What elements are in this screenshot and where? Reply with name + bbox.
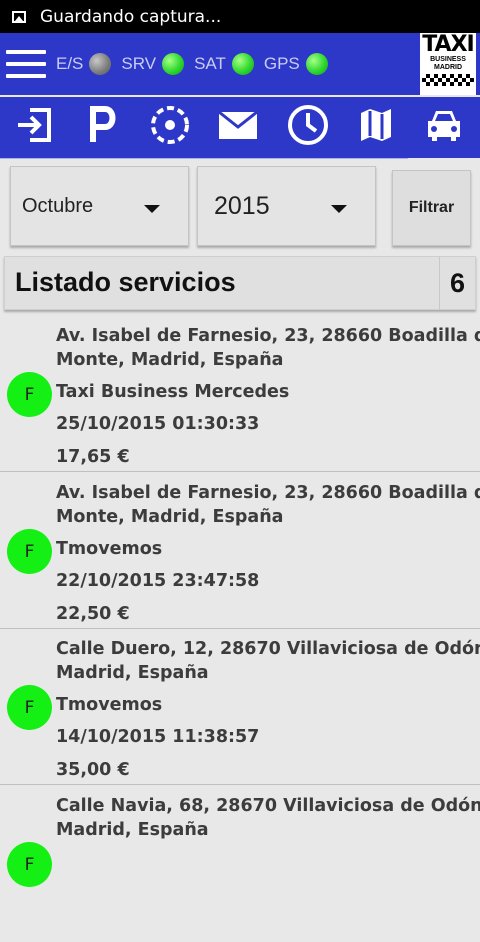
price: 35,00 €: [56, 760, 130, 780]
company: Taxi Business Mercedes: [56, 382, 290, 402]
status-dot-icon: [89, 53, 112, 75]
address: Calle Duero, 12, 28670 Villaviciosa de O…: [56, 639, 480, 683]
top-bar: E/S SRV SAT GPS TAXI BUSINESS MADRID: [0, 33, 480, 95]
list-item[interactable]: F Calle Duero, 12, 28670 Villaviciosa de…: [0, 629, 480, 785]
chevron-down-icon: [144, 205, 160, 213]
status-dot-icon: [162, 53, 185, 75]
datetime: 14/10/2015 11:38:57: [56, 727, 260, 747]
address: Calle Navia, 68, 28670 Villaviciosa de O…: [56, 796, 480, 840]
page-title: Listado servicios: [15, 267, 236, 297]
list-item[interactable]: F Calle Navia, 68, 28670 Villaviciosa de…: [0, 786, 480, 942]
connection-indicators: E/S SRV SAT GPS: [56, 53, 338, 75]
parking-icon[interactable]: [80, 103, 124, 147]
indicator-es: E/S: [56, 53, 112, 75]
status-dot-icon: [305, 53, 328, 75]
service-count: 6: [439, 257, 475, 309]
status-dot-icon: [231, 53, 254, 75]
status-badge: F: [7, 842, 52, 887]
address: Av. Isabel de Farnesio, 23, 28660 Boadil…: [56, 326, 480, 370]
mail-icon[interactable]: [216, 103, 260, 147]
company: Tmovemos: [56, 695, 163, 715]
month-value: Octubre: [22, 194, 94, 217]
indicator-gps: GPS: [264, 53, 328, 75]
list-item[interactable]: F Av. Isabel de Farnesio, 23, 28660 Boad…: [0, 473, 480, 629]
status-bar: Guardando captura...: [0, 0, 480, 33]
status-badge: F: [7, 529, 52, 574]
price: 17,65 €: [56, 447, 130, 467]
list-header: Listado servicios 6: [4, 256, 476, 310]
price: 22,50 €: [56, 604, 130, 624]
taxi-icon[interactable]: [422, 103, 466, 147]
taxi-business-logo: TAXI BUSINESS MADRID: [420, 33, 476, 95]
status-badge: F: [7, 685, 52, 730]
status-notification: Guardando captura...: [40, 6, 222, 27]
year-select[interactable]: 2015: [197, 166, 376, 246]
clock-icon[interactable]: [286, 103, 330, 147]
status-badge: F: [7, 372, 52, 417]
filter-button[interactable]: Filtrar: [392, 170, 471, 246]
map-icon[interactable]: [354, 103, 398, 147]
target-icon[interactable]: [148, 103, 192, 147]
image-icon: [12, 10, 26, 23]
chevron-down-icon: [331, 205, 347, 213]
month-select[interactable]: Octubre: [10, 166, 189, 246]
icon-toolbar: [0, 95, 480, 159]
list-item[interactable]: F Av. Isabel de Farnesio, 23, 28660 Boad…: [0, 316, 480, 472]
address: Av. Isabel de Farnesio, 23, 28660 Boadil…: [56, 483, 480, 527]
indicator-srv: SRV: [121, 53, 185, 75]
datetime: 22/10/2015 23:47:58: [56, 571, 260, 591]
year-value: 2015: [214, 191, 270, 220]
login-icon[interactable]: [12, 103, 56, 147]
datetime: 25/10/2015 01:30:33: [56, 414, 260, 434]
indicator-sat: SAT: [194, 53, 254, 75]
menu-icon[interactable]: [6, 50, 46, 78]
company: Tmovemos: [56, 539, 163, 559]
